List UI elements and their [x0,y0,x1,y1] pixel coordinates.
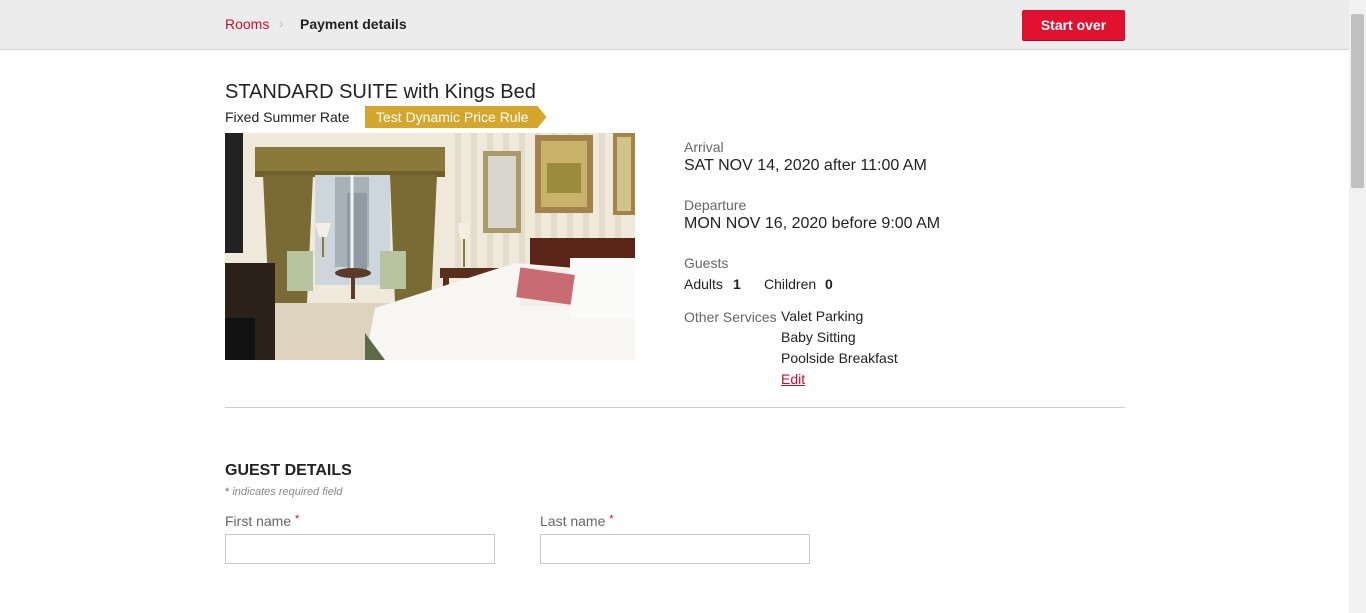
price-rule-tag: Test Dynamic Price Rule [365,106,547,128]
last-name-label: Last name * [540,513,614,529]
service-item: Baby Sitting [781,329,856,345]
arrival-value: SAT NOV 14, 2020 after 11:00 AM [684,157,927,174]
service-item: Poolside Breakfast [781,350,898,366]
rate-name: Fixed Summer Rate [225,109,350,125]
breadcrumb-current: Payment details [300,16,407,32]
adults-count: 1 [733,276,741,292]
required-star: * [225,486,230,498]
service-item: Valet Parking [781,308,864,324]
first-name-label-text: First name [225,513,292,529]
guest-details-heading: GUEST DETAILS [225,462,352,479]
scrollbar-thumb[interactable] [1351,14,1364,188]
departure-value: MON NOV 16, 2020 before 9:00 AM [684,215,941,232]
required-field-note: * indicates required field [225,486,342,498]
required-star: * [609,513,614,525]
first-name-input[interactable] [225,534,495,564]
first-name-label: First name * [225,513,299,529]
room-title: STANDARD SUITE with Kings Bed [225,81,536,103]
breadcrumb-chevron-icon: › [279,15,284,31]
last-name-input[interactable] [540,534,810,564]
guests-label: Guests [684,255,729,271]
required-note-text: indicates required field [232,486,343,498]
start-over-button[interactable]: Start over [1022,10,1125,40]
departure-label: Departure [684,197,747,213]
adults-label: Adults [684,276,723,292]
other-services-label: Other Services [684,309,777,325]
top-bar: Rooms › Payment details Start over [0,0,1349,50]
children-label: Children [764,276,817,292]
last-name-label-text: Last name [540,513,606,529]
arrival-label: Arrival [684,139,724,155]
breadcrumb-rooms-link[interactable]: Rooms [225,16,269,32]
section-divider [225,407,1125,408]
room-photo [225,133,635,360]
required-star: * [295,513,300,525]
children-count: 0 [825,276,833,292]
edit-services-link[interactable]: Edit [781,371,805,387]
